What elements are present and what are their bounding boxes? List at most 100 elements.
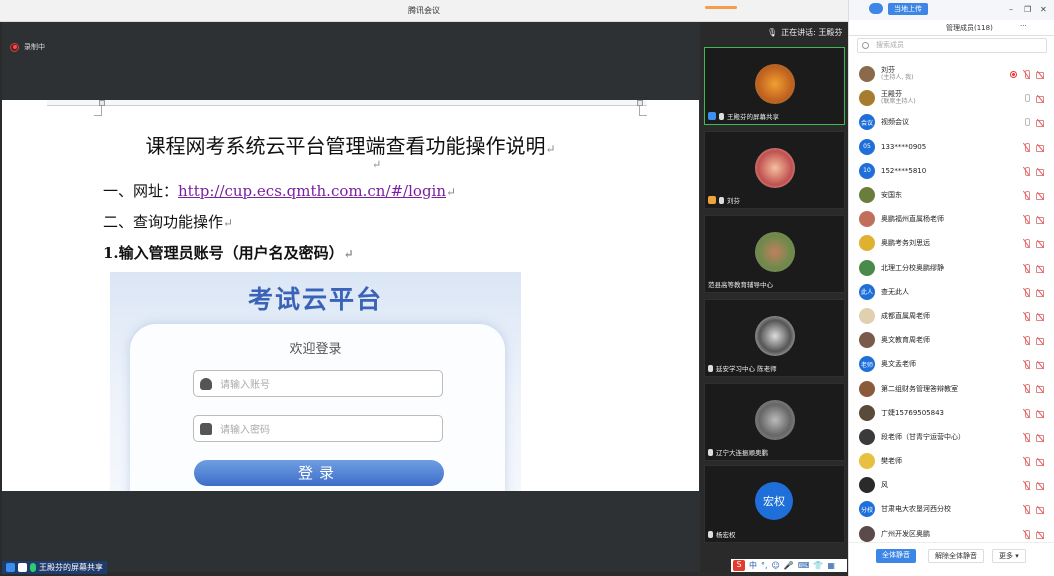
record-icon <box>10 42 19 52</box>
video-tile[interactable]: 辽宁大连振顺奥鹏 <box>704 383 845 461</box>
mic-icon <box>719 112 724 120</box>
member-row[interactable]: 05 133****0905 <box>849 135 1054 159</box>
mic-off-icon[interactable] <box>1023 287 1030 297</box>
member-row[interactable]: 10 152****5810 <box>849 159 1054 183</box>
mic-off-icon[interactable] <box>1023 384 1030 394</box>
member-row[interactable]: 会议 视频会议 <box>849 110 1054 134</box>
member-row[interactable]: 樊老师 <box>849 449 1054 473</box>
camera-off-icon[interactable] <box>1036 119 1045 127</box>
share-status-badge[interactable]: 王殿芬的屏幕共享 <box>2 561 107 574</box>
mic-off-icon[interactable] <box>1023 481 1030 491</box>
member-name: 刘芬 (主持人, 我) <box>881 66 914 82</box>
mic-off-icon[interactable] <box>1023 263 1030 273</box>
mic-icon[interactable] <box>1025 118 1030 127</box>
camera-off-icon[interactable] <box>1036 361 1045 370</box>
video-tile[interactable]: 宏权 杨宏权 <box>704 465 845 543</box>
mic-off-icon[interactable] <box>1023 408 1030 418</box>
camera-off-icon[interactable] <box>1036 144 1045 152</box>
camera-off-icon[interactable] <box>1036 289 1045 297</box>
mic-icon[interactable] <box>1025 94 1030 103</box>
camera-off-icon[interactable] <box>1036 265 1045 273</box>
member-name: 北理工分校奥鹏缪静 <box>881 263 944 272</box>
member-row[interactable]: 奥鹏福州直属杨老师 <box>849 207 1054 231</box>
url-line: 一、网址：http://cup.ecs.qmth.com.cn/#/login↵ <box>103 182 457 200</box>
unmute-all-button[interactable]: 解除全体静音 <box>928 549 984 563</box>
mic-off-icon[interactable] <box>1023 70 1030 79</box>
camera-off-icon[interactable] <box>1036 71 1045 79</box>
avatar <box>859 235 875 252</box>
member-row[interactable]: 刘芬 (主持人, 我) <box>849 62 1054 86</box>
mic-off-icon[interactable] <box>1023 239 1030 249</box>
member-name: 152****5810 <box>881 166 927 175</box>
ime-language[interactable]: 中 <box>749 560 757 571</box>
member-row[interactable]: 丁婕15769505843 <box>849 401 1054 425</box>
mic-off-icon[interactable] <box>1023 311 1030 321</box>
camera-off-icon[interactable] <box>1036 434 1045 442</box>
search-input[interactable]: 搜索成员 <box>857 38 1047 53</box>
mic-off-icon[interactable] <box>1023 457 1030 466</box>
camera-off-icon[interactable] <box>1036 313 1045 321</box>
camera-off-icon[interactable] <box>1036 337 1045 346</box>
mute-all-button[interactable]: 全体静音 <box>876 549 916 563</box>
mic-off-icon[interactable] <box>1023 529 1030 539</box>
member-row[interactable]: 奥鹏考务刘思远 <box>849 231 1054 255</box>
member-row[interactable]: 风 <box>849 473 1054 497</box>
restore-icon[interactable]: ❐ <box>1024 5 1031 14</box>
upload-button[interactable]: 当地上传 <box>888 3 928 15</box>
member-row[interactable]: 安国东 <box>849 183 1054 207</box>
member-name: 广州开发区奥鹏 <box>881 529 930 538</box>
camera-off-icon[interactable] <box>1036 192 1045 200</box>
camera-off-icon[interactable] <box>1036 458 1045 466</box>
more-options[interactable]: ··· <box>1020 22 1027 30</box>
minimize-icon[interactable]: – <box>1009 5 1013 14</box>
mic-off-icon[interactable] <box>1023 215 1030 225</box>
avatar <box>859 66 875 83</box>
record-icon[interactable] <box>1010 71 1017 78</box>
emoji-icon[interactable]: ☺ <box>772 561 780 570</box>
camera-off-icon[interactable] <box>1036 531 1045 539</box>
panel-header: 当地上传 – ❐ ✕ <box>849 0 1054 20</box>
video-tile[interactable]: 刘芬 <box>704 131 845 209</box>
camera-off-icon[interactable] <box>1036 506 1045 515</box>
more-button[interactable]: 更多 ▾ <box>992 549 1026 563</box>
user-icon <box>6 563 15 572</box>
camera-off-icon[interactable] <box>1036 168 1045 176</box>
mic-off-icon[interactable] <box>1023 336 1030 346</box>
punctuation-icon[interactable]: °, <box>761 561 768 570</box>
camera-off-icon[interactable] <box>1036 216 1045 225</box>
mic-off-icon[interactable] <box>1023 190 1030 200</box>
close-icon[interactable]: ✕ <box>1040 5 1047 14</box>
mic-off-icon[interactable] <box>1023 166 1030 176</box>
mic-icon[interactable]: 🎤 <box>784 561 794 570</box>
camera-off-icon[interactable] <box>1036 95 1045 103</box>
member-row[interactable]: 北理工分校奥鹏缪静 <box>849 256 1054 280</box>
mic-off-icon[interactable] <box>1023 432 1030 442</box>
clothes-icon[interactable]: 👕 <box>813 561 823 570</box>
video-tile[interactable]: 王殿芬的屏幕共享 <box>704 47 845 125</box>
ime-icon[interactable]: S <box>733 560 745 571</box>
tab-members[interactable]: 管理成员(118) <box>946 23 993 33</box>
member-row[interactable]: 王殿芬 (联席主持人) <box>849 86 1054 110</box>
member-row[interactable]: 成都直属周老师 <box>849 304 1054 328</box>
camera-off-icon[interactable] <box>1036 482 1045 491</box>
query-heading: 二、查询功能操作↵ <box>103 213 234 231</box>
login-url-link[interactable]: http://cup.ecs.qmth.com.cn/#/login <box>178 182 446 200</box>
grid-icon[interactable]: ▦ <box>827 561 835 570</box>
member-row[interactable]: 分校 甘肃电大农垦河西分校 <box>849 497 1054 521</box>
member-row[interactable]: 此人 查无此人 <box>849 280 1054 304</box>
video-tile[interactable]: 延安学习中心 陈老师 <box>704 299 845 377</box>
recording-label: 录制中 <box>24 43 45 51</box>
camera-off-icon[interactable] <box>1036 410 1045 418</box>
mic-off-icon[interactable] <box>1023 505 1030 515</box>
mic-off-icon[interactable] <box>1023 360 1030 370</box>
member-row[interactable]: 老师 奥文孟老师 <box>849 352 1054 376</box>
member-row[interactable]: 段老师（甘青宁运营中心） <box>849 425 1054 449</box>
video-tile[interactable]: 范县高等教育辅导中心 <box>704 215 845 293</box>
camera-off-icon[interactable] <box>1036 240 1045 249</box>
member-row[interactable]: 奥文教育周老师 <box>849 328 1054 352</box>
camera-off-icon[interactable] <box>1036 385 1045 394</box>
recording-indicator[interactable]: 录制中 <box>10 42 45 52</box>
keyboard-icon[interactable]: ⌨ <box>798 561 810 570</box>
member-row[interactable]: 第二组财务管理答辩教室 <box>849 376 1054 400</box>
mic-off-icon[interactable] <box>1023 142 1030 152</box>
